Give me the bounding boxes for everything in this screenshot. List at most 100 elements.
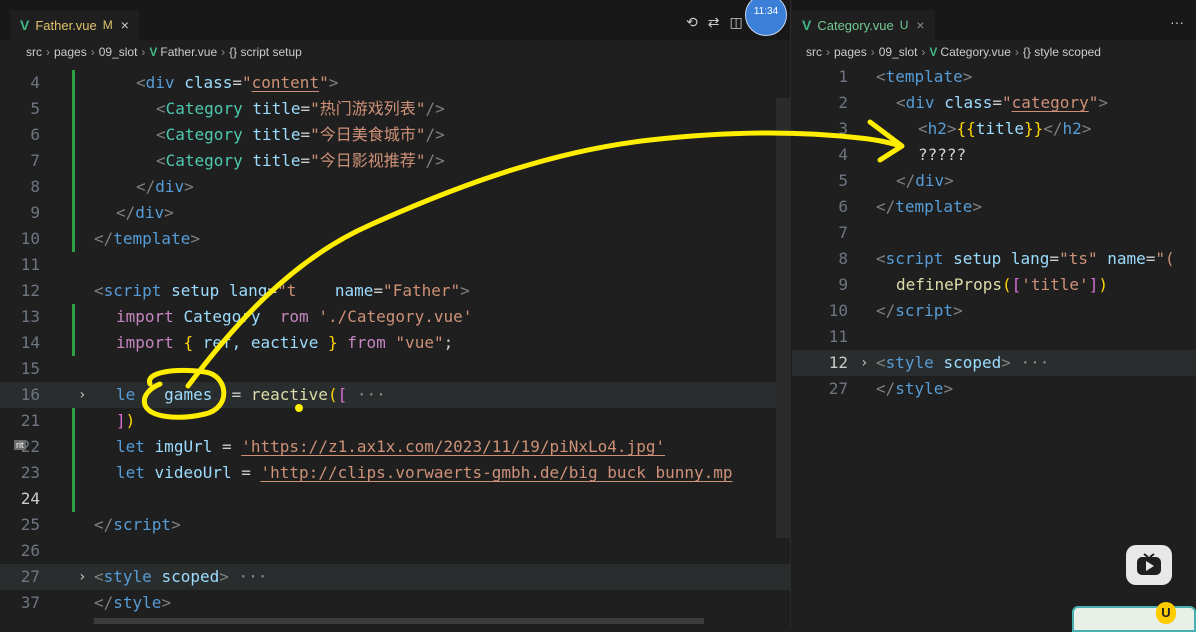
line-number: 24 bbox=[20, 489, 40, 508]
code-line: 8 <script setup lang="ts" name="( bbox=[792, 246, 1196, 272]
line-number: 4 bbox=[30, 73, 40, 92]
untracked-indicator: U bbox=[899, 18, 909, 32]
compare-icon[interactable]: ⇄ bbox=[708, 14, 720, 31]
prop-name: 'title' bbox=[1021, 275, 1089, 294]
breadcrumb-item[interactable]: {} style scoped bbox=[1023, 45, 1101, 59]
line-number: 14 bbox=[20, 333, 40, 352]
line-number: 10 bbox=[828, 301, 848, 320]
code-line: 15 bbox=[0, 356, 790, 382]
img-url-string[interactable]: 'https://z1.ax1x.com/2023/11/19/piNxLo4.… bbox=[241, 437, 665, 456]
code-line: 8 </div> bbox=[0, 174, 790, 200]
line-number: 7 bbox=[30, 151, 40, 170]
line-number: 6 bbox=[30, 125, 40, 144]
line-number: 3 bbox=[838, 119, 848, 138]
breadcrumb-item[interactable]: {} script setup bbox=[229, 45, 302, 59]
code-line: 11 bbox=[0, 252, 790, 278]
right-tab-bar: V Category.vue U × ··· bbox=[792, 0, 1196, 40]
line-number: 23 bbox=[20, 463, 40, 482]
line-number: 8 bbox=[838, 249, 848, 268]
code-line: 27 </style> bbox=[792, 376, 1196, 402]
import-from: rom bbox=[279, 307, 309, 326]
more-actions-icon[interactable]: ··· bbox=[1170, 14, 1184, 30]
line-number: 13 bbox=[20, 307, 40, 326]
code-line: 6 <Category title="今日美食城市"/> bbox=[0, 122, 790, 148]
close-tab-icon[interactable]: × bbox=[916, 17, 924, 33]
class-value: category bbox=[1011, 93, 1089, 112]
line-number: 5 bbox=[30, 99, 40, 118]
tab-label: Father.vue bbox=[35, 17, 97, 33]
vue-file-icon: V bbox=[802, 17, 812, 33]
vue-file-icon: V bbox=[929, 45, 938, 59]
vue-file-icon: V bbox=[20, 17, 30, 33]
horizontal-scrollbar[interactable] bbox=[94, 618, 704, 624]
chevron-right-icon: › bbox=[921, 45, 926, 59]
history-icon[interactable]: ⟲ bbox=[686, 14, 698, 31]
line-number: 21 bbox=[20, 411, 40, 430]
right-editor-pane: V Category.vue U × ··· src › pages › 09_sl… bbox=[792, 0, 1196, 627]
line-number: 12 bbox=[828, 353, 848, 372]
code-line: 7 <Category title="今日影视推荐"/> bbox=[0, 148, 790, 174]
chevron-right-icon: › bbox=[141, 45, 146, 59]
component-name: "( bbox=[1155, 249, 1175, 268]
line-number: 12 bbox=[20, 281, 40, 300]
breadcrumb-item[interactable]: pages bbox=[54, 45, 87, 59]
tab-category-vue[interactable]: V Category.vue U × bbox=[792, 10, 935, 40]
reactive-call: reactive bbox=[250, 385, 328, 404]
fold-chevron-icon[interactable]: › bbox=[78, 564, 86, 590]
code-line: 16 › le games = reactive([ ··· bbox=[0, 382, 790, 408]
u-badge-icon: U bbox=[1072, 602, 1196, 632]
breadcrumb-item[interactable]: 09_slot bbox=[879, 45, 918, 59]
line-number: 15 bbox=[20, 359, 40, 378]
vertical-scrollbar[interactable] bbox=[776, 98, 790, 538]
code-line: 12 <script setup lang="t name="Father"> bbox=[0, 278, 790, 304]
line-number: 27 bbox=[828, 379, 848, 398]
modified-indicator: M bbox=[102, 18, 113, 32]
close-tab-icon[interactable]: × bbox=[121, 17, 129, 33]
code-line: 2 <div class="category"> bbox=[792, 90, 1196, 116]
code-line: 37 </style> bbox=[0, 590, 790, 616]
code-line: 1 <template> bbox=[792, 64, 1196, 90]
video-url-string[interactable]: 'http://clips.vorwaerts-gmbh.de/big_buck… bbox=[261, 463, 733, 482]
chevron-right-icon: › bbox=[1014, 45, 1019, 59]
tab-father-vue[interactable]: V Father.vue M × bbox=[10, 10, 139, 40]
left-tab-bar: V Father.vue M × ⟲ ⇄ ◫ bbox=[0, 0, 790, 40]
line-number: 9 bbox=[30, 203, 40, 222]
category-title-2: 今日美食城市 bbox=[319, 125, 416, 144]
line-number: 16 bbox=[20, 385, 40, 404]
breadcrumb-item[interactable]: Father.vue bbox=[160, 45, 217, 59]
split-editor-icon[interactable]: ◫ bbox=[729, 14, 742, 31]
breadcrumb-item[interactable]: pages bbox=[834, 45, 867, 59]
line-number: 10 bbox=[20, 229, 40, 248]
code-line: 23 let videoUrl = 'http://clips.vorwaerts… bbox=[0, 460, 790, 486]
chevron-right-icon: › bbox=[46, 45, 50, 59]
video-player-icon[interactable] bbox=[1126, 545, 1172, 585]
u-icon: U bbox=[1156, 602, 1176, 624]
code-line: 9 defineProps(['title']) bbox=[792, 272, 1196, 298]
category-title-1: 热门游戏列表 bbox=[319, 99, 416, 118]
code-line: 4 <div class="content"> bbox=[0, 70, 790, 96]
fold-chevron-icon[interactable]: › bbox=[860, 350, 868, 376]
code-line: 5 <Category title="热门游戏列表"/> bbox=[0, 96, 790, 122]
code-line: 14 import { ref, eactive } from "vue"; bbox=[0, 330, 790, 356]
code-line: 11 bbox=[792, 324, 1196, 350]
line-number: 11 bbox=[828, 327, 848, 346]
line-number: 25 bbox=[20, 515, 40, 534]
line-number: 6 bbox=[838, 197, 848, 216]
tab-label: Category.vue bbox=[817, 17, 894, 33]
import-path: './Category.vue' bbox=[318, 307, 473, 326]
breadcrumb-item[interactable]: src bbox=[26, 45, 42, 59]
breadcrumb-item[interactable]: Category.vue bbox=[940, 45, 1010, 59]
breadcrumb: src › pages › 09_slot › V Father.vue › {} sc… bbox=[0, 41, 790, 63]
import-source: "vue" bbox=[395, 333, 444, 352]
breadcrumb-item[interactable]: 09_slot bbox=[99, 45, 138, 59]
chevron-right-icon: › bbox=[90, 45, 95, 59]
vue-file-icon: V bbox=[149, 45, 158, 59]
play-icon bbox=[1137, 553, 1161, 575]
line-number: 5 bbox=[838, 171, 848, 190]
code-line: 25 </script> bbox=[0, 512, 790, 538]
lang-value: t bbox=[286, 281, 297, 300]
line-number: 1 bbox=[838, 67, 848, 86]
fold-chevron-icon[interactable]: › bbox=[78, 382, 86, 408]
slot-placeholder: ????? bbox=[918, 145, 967, 164]
breadcrumb-item[interactable]: src bbox=[806, 45, 822, 59]
